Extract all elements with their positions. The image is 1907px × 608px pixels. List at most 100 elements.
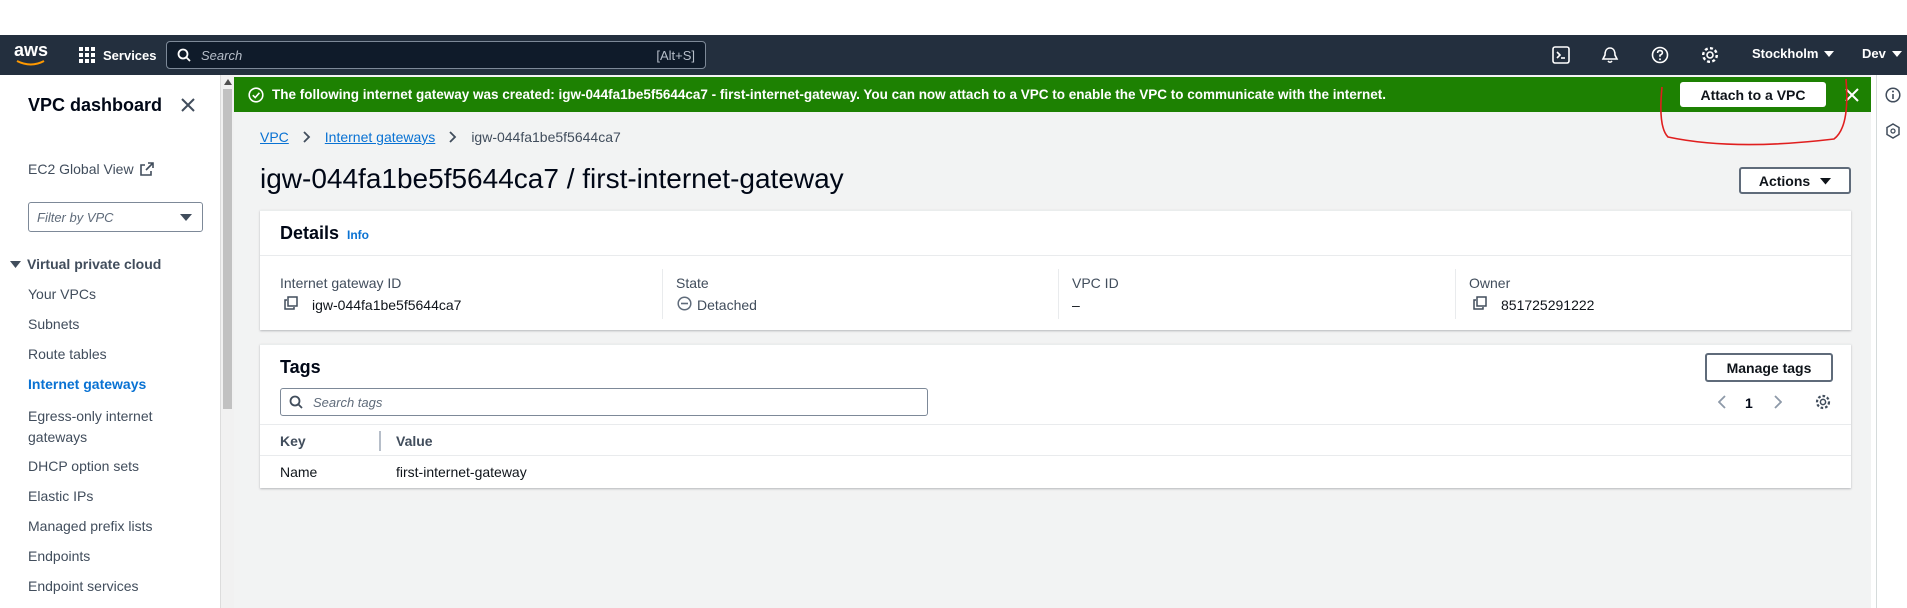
services-menu-button[interactable]: Services xyxy=(79,45,157,65)
caret-down-icon xyxy=(10,260,21,268)
tags-table-header: Key Value xyxy=(260,424,1851,456)
caret-down-icon xyxy=(180,214,192,221)
state-label: State xyxy=(676,275,709,291)
sidebar-item-endpoint-services[interactable]: Endpoint services xyxy=(28,578,139,594)
sidebar-scrollbar-thumb[interactable] xyxy=(223,89,232,409)
actions-label: Actions xyxy=(1758,172,1811,189)
tag-key-cell: Name xyxy=(280,464,318,480)
table-row: Name first-internet-gateway xyxy=(260,456,1851,488)
breadcrumb-vpc-link[interactable]: VPC xyxy=(260,129,289,145)
flash-message: The following internet gateway was creat… xyxy=(272,87,1386,102)
search-icon xyxy=(289,395,303,409)
right-utility-rail xyxy=(1876,75,1907,608)
caret-down-icon xyxy=(1891,50,1902,57)
vpc-section-toggle[interactable]: Virtual private cloud xyxy=(10,256,161,272)
sidebar-item-managed-prefix-lists[interactable]: Managed prefix lists xyxy=(28,518,153,534)
main-content: The following internet gateway was creat… xyxy=(234,75,1871,608)
sidebar-item-internet-gateways[interactable]: Internet gateways xyxy=(28,376,146,392)
grid-icon xyxy=(79,47,95,63)
settings-button[interactable] xyxy=(1701,46,1719,64)
vpc-id-label: VPC ID xyxy=(1072,275,1119,291)
search-tags-input[interactable]: Search tags xyxy=(280,388,928,416)
search-shortcut: [Alt+S] xyxy=(656,48,695,63)
scroll-up-arrow-icon[interactable] xyxy=(224,79,232,85)
sidebar-item-elastic-ips[interactable]: Elastic IPs xyxy=(28,488,93,504)
region-selector[interactable]: Stockholm xyxy=(1752,46,1835,61)
column-divider xyxy=(1455,269,1456,319)
copy-icon[interactable] xyxy=(1473,296,1487,310)
owner-label: Owner xyxy=(1469,275,1511,291)
ec2-global-view-label: EC2 Global View xyxy=(28,161,134,177)
vpc-filter-select[interactable]: Filter by VPC xyxy=(28,202,203,232)
breadcrumb-internet-gateways-link[interactable]: Internet gateways xyxy=(325,129,436,145)
details-panel: Details Info Internet gateway ID igw-044… xyxy=(260,210,1851,330)
account-menu[interactable]: Dev xyxy=(1862,46,1902,61)
sidebar-item-egress-only-internet-gateways[interactable]: Egress-only internet gateways xyxy=(28,406,178,448)
vpc-filter-placeholder: Filter by VPC xyxy=(37,210,114,225)
page-title: igw-044fa1be5f5644ca7 / first-internet-g… xyxy=(260,163,844,194)
copy-icon[interactable] xyxy=(284,296,298,310)
column-header-value[interactable]: Value xyxy=(396,433,433,449)
sidebar-item-endpoints[interactable]: Endpoints xyxy=(28,548,90,564)
notifications-button[interactable] xyxy=(1601,46,1619,64)
details-info-link[interactable]: Info xyxy=(347,228,369,242)
owner-value: 851725291222 xyxy=(1501,297,1595,313)
search-input[interactable]: Search [Alt+S] xyxy=(166,41,706,69)
close-sidebar-button[interactable] xyxy=(181,98,195,112)
bell-icon xyxy=(1601,47,1619,64)
gear-icon xyxy=(1701,46,1719,64)
search-placeholder: Search xyxy=(201,48,243,63)
aws-smile-icon xyxy=(16,60,45,66)
section-title: Virtual private cloud xyxy=(27,256,162,272)
details-header: Details Info xyxy=(260,211,1851,256)
manage-tags-button[interactable]: Manage tags xyxy=(1705,353,1833,382)
caret-down-icon xyxy=(1820,177,1832,184)
next-page-chevron-icon[interactable] xyxy=(1773,395,1782,409)
side-navigation: VPC dashboard EC2 Global View Filter by … xyxy=(0,75,220,608)
tags-panel: Tags Manage tags Search tags 1 Key Value… xyxy=(260,344,1851,488)
search-icon xyxy=(177,48,191,62)
account-label: Dev xyxy=(1862,46,1886,61)
region-label: Stockholm xyxy=(1752,46,1819,61)
success-flashbar: The following internet gateway was creat… xyxy=(234,77,1871,112)
caret-down-icon xyxy=(1824,50,1835,57)
cloudshell-button[interactable] xyxy=(1552,46,1570,64)
vpc-id-value: – xyxy=(1072,297,1080,313)
hexagon-icon[interactable] xyxy=(1885,123,1901,139)
search-tags-placeholder: Search tags xyxy=(313,395,383,410)
info-panel-icon[interactable] xyxy=(1885,87,1901,103)
sidebar-item-route-tables[interactable]: Route tables xyxy=(28,346,107,362)
igw-id-value: igw-044fa1be5f5644ca7 xyxy=(312,297,462,313)
previous-page-chevron-icon[interactable] xyxy=(1718,395,1727,409)
tags-heading: Tags xyxy=(280,357,321,377)
column-resizer[interactable] xyxy=(379,431,381,451)
sidebar-item-subnets[interactable]: Subnets xyxy=(28,316,79,332)
sidebar-item-dhcp-option-sets[interactable]: DHCP option sets xyxy=(28,458,139,474)
top-navigation-bar: aws Services Search [Alt+S] Stockholm De… xyxy=(0,35,1907,75)
details-heading: Details xyxy=(280,223,340,243)
tag-value-cell: first-internet-gateway xyxy=(396,464,527,480)
chevron-right-icon xyxy=(303,131,311,143)
igw-id-label: Internet gateway ID xyxy=(280,275,402,291)
cloudshell-icon xyxy=(1552,46,1570,64)
sidebar-scrollbar[interactable] xyxy=(220,75,234,608)
actions-dropdown-button[interactable]: Actions xyxy=(1739,167,1851,194)
state-value: Detached xyxy=(697,297,757,313)
stopped-status-icon xyxy=(677,296,692,311)
chevron-right-icon xyxy=(449,131,457,143)
red-highlight-annotation xyxy=(1660,78,1848,146)
aws-logo[interactable]: aws xyxy=(14,40,49,67)
external-link-icon xyxy=(139,162,154,176)
success-check-icon xyxy=(248,87,264,103)
services-label: Services xyxy=(103,47,157,63)
aws-logo-text: aws xyxy=(14,40,49,60)
table-preferences-gear-icon[interactable] xyxy=(1815,394,1831,410)
column-header-key[interactable]: Key xyxy=(280,433,306,449)
column-divider xyxy=(1058,269,1059,319)
breadcrumb-current: igw-044fa1be5f5644ca7 xyxy=(471,129,621,145)
page-number[interactable]: 1 xyxy=(1745,395,1753,411)
ec2-global-view-link[interactable]: EC2 Global View xyxy=(28,161,154,177)
sidebar-item-your-vpcs[interactable]: Your VPCs xyxy=(28,286,96,302)
help-button[interactable] xyxy=(1651,46,1669,64)
sidebar-title[interactable]: VPC dashboard xyxy=(28,95,162,116)
